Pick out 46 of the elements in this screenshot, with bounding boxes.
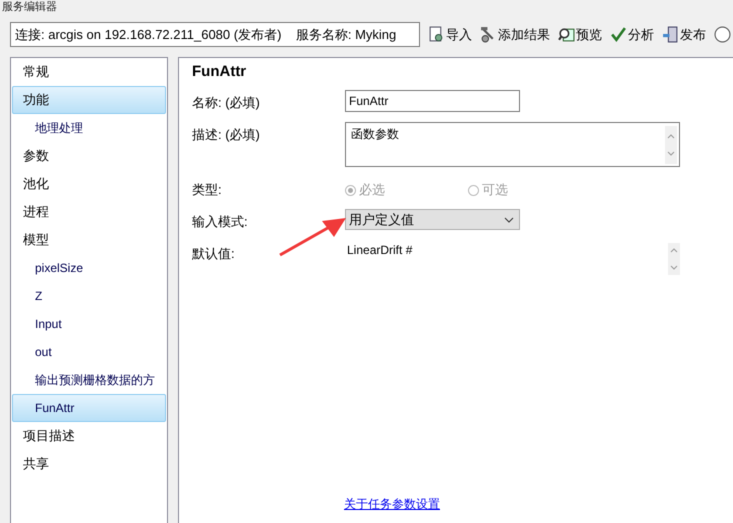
sidebar-item[interactable]: 进程	[12, 198, 166, 226]
panel-heading: FunAttr	[192, 62, 248, 82]
circle-icon	[714, 26, 731, 43]
description-field[interactable]: 函数参数	[345, 122, 680, 167]
scroll-arrows-icon	[668, 243, 680, 275]
field-label: 名称: (必填)	[192, 94, 261, 112]
sidebar-item[interactable]: Input	[12, 310, 166, 338]
help-link[interactable]: 关于任务参数设置	[344, 496, 440, 513]
name-field[interactable]: FunAttr	[345, 90, 520, 112]
toolbar-button[interactable]: 预览	[556, 26, 604, 44]
annotation-arrow	[278, 217, 348, 257]
description-text: 函数参数	[351, 126, 399, 143]
radio-option: 必选	[345, 181, 468, 199]
toolbar-button[interactable]: 添加结果	[478, 26, 552, 44]
toolbar-button[interactable]: 导入	[426, 26, 474, 44]
default-value-text: LinearDrift #	[347, 243, 412, 259]
toolbar-button[interactable]	[712, 26, 733, 43]
sidebar-item[interactable]: out	[12, 338, 166, 366]
sidebar-item[interactable]: 共享	[12, 450, 166, 478]
sidebar-item[interactable]: FunAttr	[12, 394, 166, 422]
chevron-down-icon	[504, 216, 514, 222]
field-label: 输入模式:	[192, 213, 249, 231]
sidebar-item[interactable]: Z	[12, 282, 166, 310]
document-gear-icon	[428, 26, 445, 43]
preview-icon	[558, 26, 575, 43]
sidebar-item[interactable]: 地理处理	[12, 114, 166, 142]
sidebar-item[interactable]: 功能	[12, 86, 166, 114]
sidebar-item[interactable]: 模型	[12, 226, 166, 254]
toolbar-button[interactable]: 发布	[660, 26, 708, 44]
field-label: 描述: (必填)	[192, 126, 261, 144]
radio-option: 可选	[468, 181, 591, 199]
scroll-arrows-icon	[665, 126, 677, 164]
connection-field[interactable]: 连接: arcgis on 192.168.72.211_6080 (发布者) 服务名称: Myking	[10, 22, 420, 47]
field-label: 类型:	[192, 181, 223, 199]
sidebar-item[interactable]: 项目描述	[12, 422, 166, 450]
server-arrow-icon	[662, 26, 679, 43]
sidebar-item[interactable]: pixelSize	[12, 254, 166, 282]
sidebar-item[interactable]: 池化	[12, 170, 166, 198]
field-label: 默认值:	[192, 245, 236, 263]
sidebar-item[interactable]: 输出预测栅格数据的方	[12, 366, 166, 394]
toolbar-button[interactable]: 分析	[608, 26, 656, 44]
input-mode-dropdown[interactable]: 用户定义值	[345, 209, 520, 230]
checkmark-icon	[610, 26, 627, 43]
sidebar-item[interactable]: 参数	[12, 142, 166, 170]
sidebar-item[interactable]: 常规	[12, 58, 166, 86]
window-title: 服务编辑器	[1, 0, 58, 14]
